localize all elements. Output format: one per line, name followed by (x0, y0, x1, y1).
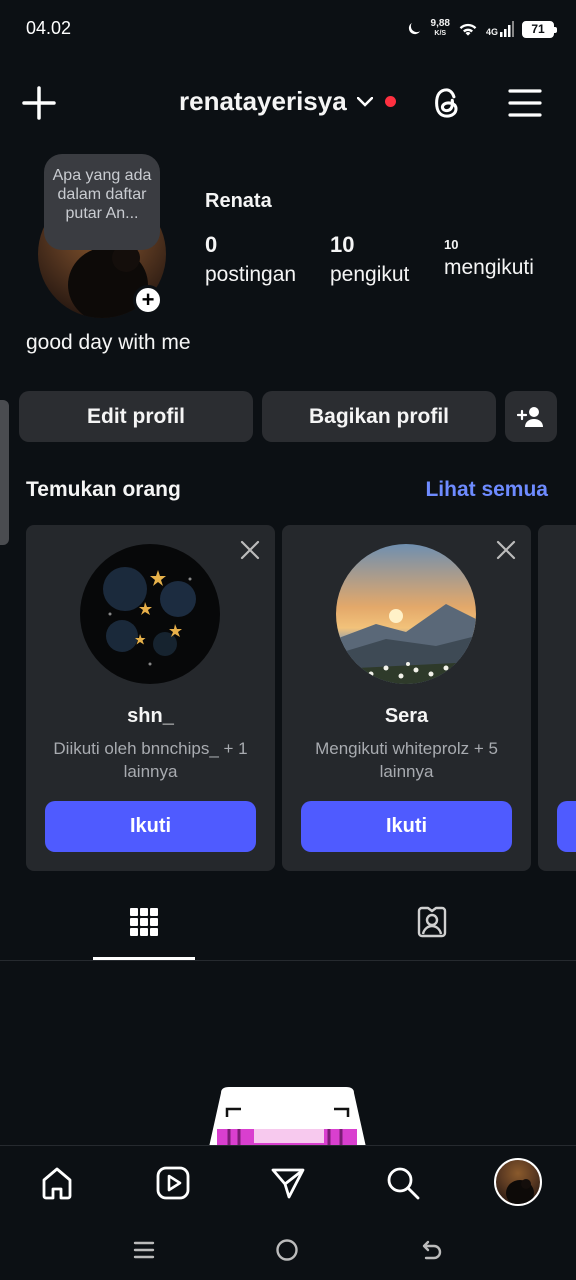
empty-posts-illustration (209, 1087, 366, 1147)
followers-count: 10 (330, 232, 355, 257)
suggestion-subtitle: Diikuti oleh bnnchips_ + 1 lainnya (53, 739, 248, 781)
system-navigation (0, 1221, 576, 1280)
menu-hamburger-icon[interactable] (506, 84, 544, 122)
direct-message-icon[interactable] (268, 1163, 308, 1203)
status-icons: 9,88 K/S 4G 71 (405, 14, 557, 44)
suggestion-name: shn_ (127, 705, 174, 727)
suggestion-card[interactable]: Sera Mengikuti whiteprolz + 5 lainnya Ik… (282, 525, 531, 871)
following-label: mengikuti (444, 256, 534, 279)
follow-button[interactable]: Ikuti (45, 801, 256, 852)
share-profile-button[interactable]: Bagikan profil (262, 391, 496, 442)
suggestion-card[interactable]: shn_ Diikuti oleh bnnchips_ + 1 lainnya … (26, 525, 275, 871)
dismiss-close-icon[interactable] (239, 539, 261, 561)
tab-divider (0, 960, 576, 961)
discover-people-button[interactable] (505, 391, 557, 442)
suggestion-avatar[interactable] (80, 544, 220, 684)
search-icon[interactable] (383, 1163, 423, 1203)
profile-bio: good day with me (26, 331, 191, 354)
stat-following[interactable]: 10 mengikuti (444, 237, 534, 280)
threads-icon[interactable] (428, 84, 466, 122)
suggestion-name: Sera (384, 705, 429, 727)
followers-label: pengikut (330, 263, 410, 286)
dismiss-close-icon[interactable] (495, 539, 517, 561)
create-plus-icon[interactable] (20, 84, 58, 122)
add-story-plus-icon[interactable]: + (133, 285, 163, 315)
header-username: renatayerisya (179, 86, 347, 116)
suggestion-subtitle: Mengikuti whiteprolz + 5 lainnya (315, 739, 498, 781)
stat-posts[interactable]: 0 postingan (205, 232, 296, 287)
home-button-icon[interactable] (273, 1236, 301, 1264)
grid-posts-tab-icon[interactable] (125, 903, 163, 941)
notification-dot (384, 96, 396, 107)
stat-followers[interactable]: 10 pengikut (330, 232, 409, 287)
account-switcher[interactable]: renatayerisya (179, 86, 396, 117)
add-person-icon (517, 406, 543, 427)
signal-icon: 4G (486, 21, 514, 37)
suggestion-avatar[interactable] (336, 544, 476, 684)
follow-button[interactable]: Ikuti (301, 801, 512, 852)
battery-indicator: 71 (522, 20, 557, 38)
profile-avatar-nav[interactable] (494, 1158, 542, 1206)
tagged-tab-icon[interactable] (413, 903, 451, 941)
edit-profile-button[interactable]: Edit profil (19, 391, 253, 442)
following-count: 10 (444, 237, 459, 252)
back-icon[interactable] (418, 1236, 446, 1264)
bottom-navigation (0, 1145, 576, 1221)
chevron-down-icon (356, 96, 373, 107)
follow-button-partial[interactable] (557, 801, 576, 852)
net-speed: 9,88 K/S (430, 18, 450, 38)
posts-count: 0 (205, 232, 218, 257)
note-bubble[interactable]: Apa yang ada dalam daftar putar An... (44, 154, 160, 250)
status-time: 04.02 (26, 18, 72, 38)
reels-icon[interactable] (153, 1163, 193, 1203)
discover-title: Temukan orang (26, 478, 181, 501)
edge-panel-handle[interactable] (0, 400, 9, 545)
recent-apps-icon[interactable] (130, 1236, 158, 1264)
suggestion-card-partial[interactable] (538, 525, 576, 871)
display-name: Renata (205, 190, 272, 212)
home-icon[interactable] (37, 1163, 77, 1203)
see-all-link[interactable]: Lihat semua (425, 478, 548, 502)
wifi-icon (459, 23, 477, 36)
moon-icon (408, 23, 420, 35)
posts-label: postingan (205, 263, 297, 286)
